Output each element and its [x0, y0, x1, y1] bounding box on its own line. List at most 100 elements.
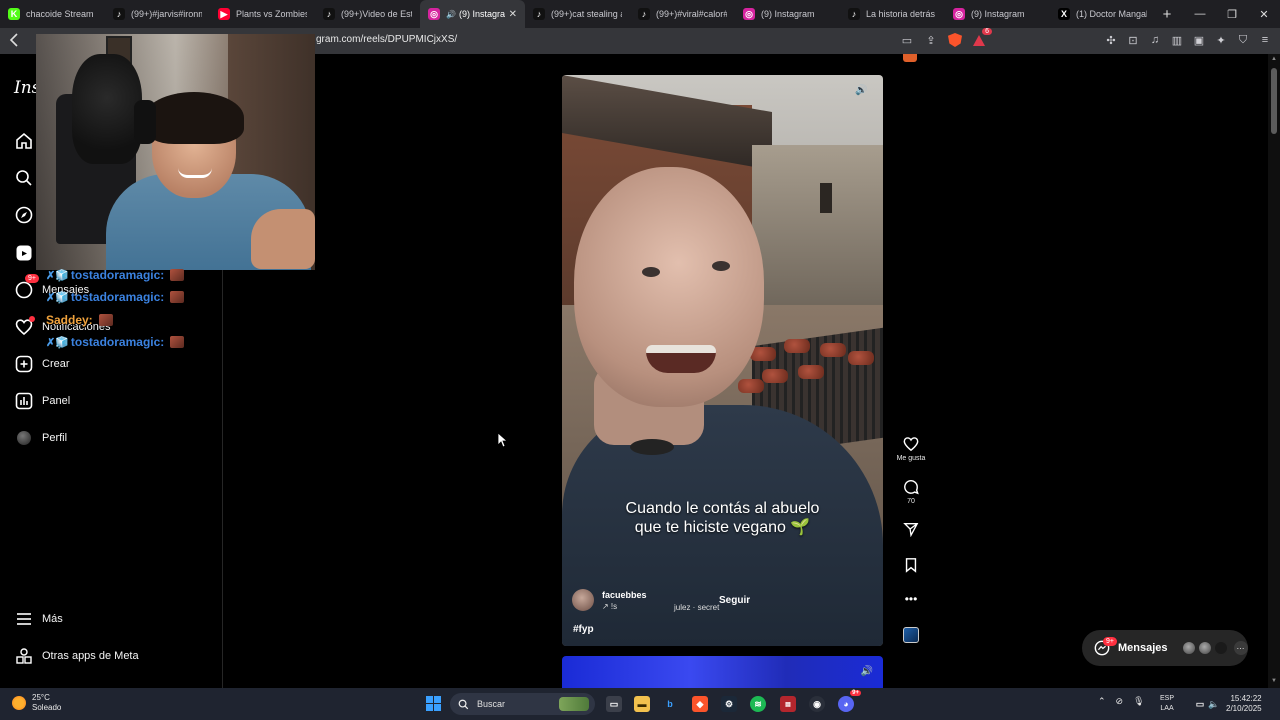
minimize-icon[interactable]: — — [1184, 0, 1216, 28]
audio-track[interactable]: julez · secret — [674, 603, 719, 612]
scroll-down-icon[interactable]: ▼ — [1270, 678, 1278, 686]
spotify-icon[interactable]: ≋ — [750, 696, 766, 712]
browser-tab[interactable]: ♪ (99+)#jarvis#ironm — [105, 0, 210, 28]
sidebar-item-profile[interactable]: Perfil — [15, 427, 67, 449]
browser-tab[interactable]: ♪ (99+)#viral#calor#p — [630, 0, 735, 28]
messages-label: Mensajes — [1118, 642, 1168, 654]
next-reel-preview[interactable]: 🔊 — [562, 656, 883, 688]
messenger-icon: 9+ — [15, 274, 39, 299]
previous-reel-edge — [903, 54, 917, 62]
sidebar-item-more[interactable]: Más — [15, 608, 63, 630]
discord-icon[interactable]: ◕ 9+ — [838, 690, 861, 712]
tab-audio-icon[interactable]: 🔊 — [446, 10, 456, 19]
browser-tab[interactable]: X (1) Doctor Mangala — [1050, 0, 1155, 28]
restore-icon[interactable]: ❐ — [1216, 0, 1248, 28]
game-app-icon[interactable]: ▤ — [780, 696, 796, 712]
browser-tab[interactable]: ▶ Plants vs Zombies f — [210, 0, 315, 28]
browser-tab[interactable]: ♪ La historia detrás de — [840, 0, 945, 28]
sidebar-icon[interactable]: ▥ — [1170, 33, 1184, 47]
clock-time: 15:42:22 — [1230, 694, 1262, 703]
browser-tab[interactable]: Kchacoide Stream — [0, 0, 105, 28]
menu-icon[interactable]: ≡ — [1258, 33, 1272, 47]
system-clock[interactable]: 15:42:22 2/10/2025 — [1226, 694, 1262, 714]
brave-rewards-icon[interactable]: 6 — [972, 28, 992, 47]
volume-icon[interactable]: 🔊 — [861, 666, 873, 677]
notification-dot — [29, 316, 35, 322]
new-tab-button[interactable]: + — [1155, 6, 1179, 23]
scroll-thumb[interactable] — [1271, 68, 1277, 134]
browser-tab[interactable]: ♪ (99+)cat stealing a f — [525, 0, 630, 28]
chat-emote — [98, 314, 113, 326]
pin-icon: ✗🧊 — [46, 269, 69, 282]
tray-chevron-icon[interactable]: ⌃ — [1098, 696, 1106, 707]
like-button[interactable]: Me gusta — [893, 436, 929, 462]
avatar — [1213, 641, 1228, 655]
save-button[interactable] — [893, 557, 929, 573]
avatar — [1197, 641, 1212, 655]
scroll-up-icon[interactable]: ▲ — [1270, 56, 1278, 64]
close-window-icon[interactable]: ✕ — [1248, 0, 1280, 28]
brave-shield-icon[interactable] — [948, 33, 962, 47]
file-explorer-icon[interactable]: ▬ — [634, 696, 650, 712]
url-text[interactable]: gram.com/reels/DPUPMICjxXS/ — [316, 34, 457, 45]
avatar[interactable] — [572, 589, 594, 611]
audio-label[interactable]: ↗ !s — [602, 602, 647, 611]
sidebar-item-meta-apps[interactable]: Otras apps de Meta — [15, 645, 139, 667]
back-arrow-icon[interactable] — [8, 32, 24, 50]
close-tab-icon[interactable]: ✕ — [509, 9, 517, 20]
plush-toy — [72, 54, 142, 164]
system-tray: ⌃ ⊘ 🎙 — [1098, 696, 1145, 707]
reel-hashtag[interactable]: #fyp — [573, 624, 594, 635]
browser-tab[interactable]: ♪ (99+)Video de Este — [315, 0, 420, 28]
follow-button[interactable]: Seguir — [719, 595, 750, 606]
browser-tab[interactable]: ◎ 🔊(9) Instagram ✕ — [420, 0, 525, 28]
audio-thumbnail[interactable] — [903, 627, 919, 643]
media-icon[interactable]: ♫ — [1148, 33, 1162, 47]
reel-video[interactable]: 🔊 Cuando le contás al abuelo que te hici… — [562, 75, 883, 646]
screenshot-icon[interactable]: ⊡ — [1126, 33, 1140, 47]
volume-icon[interactable]: 🔊 — [855, 85, 873, 99]
wallet-icon[interactable]: ▣ — [1192, 33, 1206, 47]
vpn-icon[interactable]: ⛉ — [1236, 33, 1250, 47]
obs-icon[interactable]: ◉ — [809, 696, 825, 712]
browser-tab[interactable]: ◎ (9) Instagram — [735, 0, 840, 28]
windows-start-icon[interactable] — [426, 696, 441, 711]
tab-label: Plants vs Zombies f — [236, 9, 307, 19]
weather-widget[interactable]: 25°C Soleado — [12, 693, 61, 713]
temperature: 25°C — [32, 693, 50, 702]
page-scrollbar[interactable]: ▲ ▼ — [1268, 54, 1280, 688]
language-indicator[interactable]: ESP LAA — [1160, 694, 1174, 714]
cast-icon[interactable]: ▭ — [900, 33, 914, 47]
reel-owner[interactable]: facuebbes ↗ !s — [572, 589, 647, 611]
tab-label: (1) Doctor Mangala — [1076, 9, 1147, 19]
extensions-icon[interactable]: ✣ — [1104, 33, 1118, 47]
microphone-icon[interactable]: 🎙 — [1133, 696, 1144, 707]
sun-icon — [12, 696, 26, 710]
reel-username[interactable]: facuebbes — [602, 590, 647, 600]
bing-icon[interactable]: b — [662, 696, 678, 712]
steam-icon[interactable]: ⚙ — [721, 696, 737, 712]
brave-browser-icon[interactable]: ◆ — [692, 696, 708, 712]
sidebar-item-panel[interactable]: Panel — [15, 390, 70, 412]
avatar — [1181, 641, 1196, 655]
browser-tab[interactable]: ◎ (9) Instagram — [945, 0, 1050, 28]
tab-label: (9) Instagram — [971, 9, 1025, 19]
volume-icon[interactable]: 🔈 — [1206, 696, 1222, 712]
sidebar-item-label: Más — [42, 613, 63, 625]
share-icon[interactable]: ⇪ — [924, 33, 938, 47]
messages-pill[interactable]: 9+ Mensajes ⋯ — [1082, 630, 1248, 666]
tab-label: chacoide Stream — [26, 9, 94, 19]
instagram-icon: ◎ — [743, 8, 755, 20]
chat-emote — [170, 269, 185, 281]
task-view-icon[interactable]: ▭ — [606, 696, 622, 712]
more-options-button[interactable]: ••• — [893, 592, 929, 606]
share-button[interactable] — [893, 521, 929, 537]
comment-button[interactable]: 70 — [893, 479, 929, 505]
tab-label: (9) Instagram — [458, 9, 505, 19]
sidebar-item-create[interactable]: Crear — [15, 353, 70, 375]
network-off-icon[interactable]: ⊘ — [1116, 696, 1124, 707]
taskbar-search[interactable]: Buscar — [450, 693, 595, 715]
leo-icon[interactable]: ✦ — [1214, 33, 1228, 47]
address-actions: ▭ ⇪ 6 — [900, 28, 992, 47]
chat-username: tostadoramagic: — [70, 268, 165, 282]
